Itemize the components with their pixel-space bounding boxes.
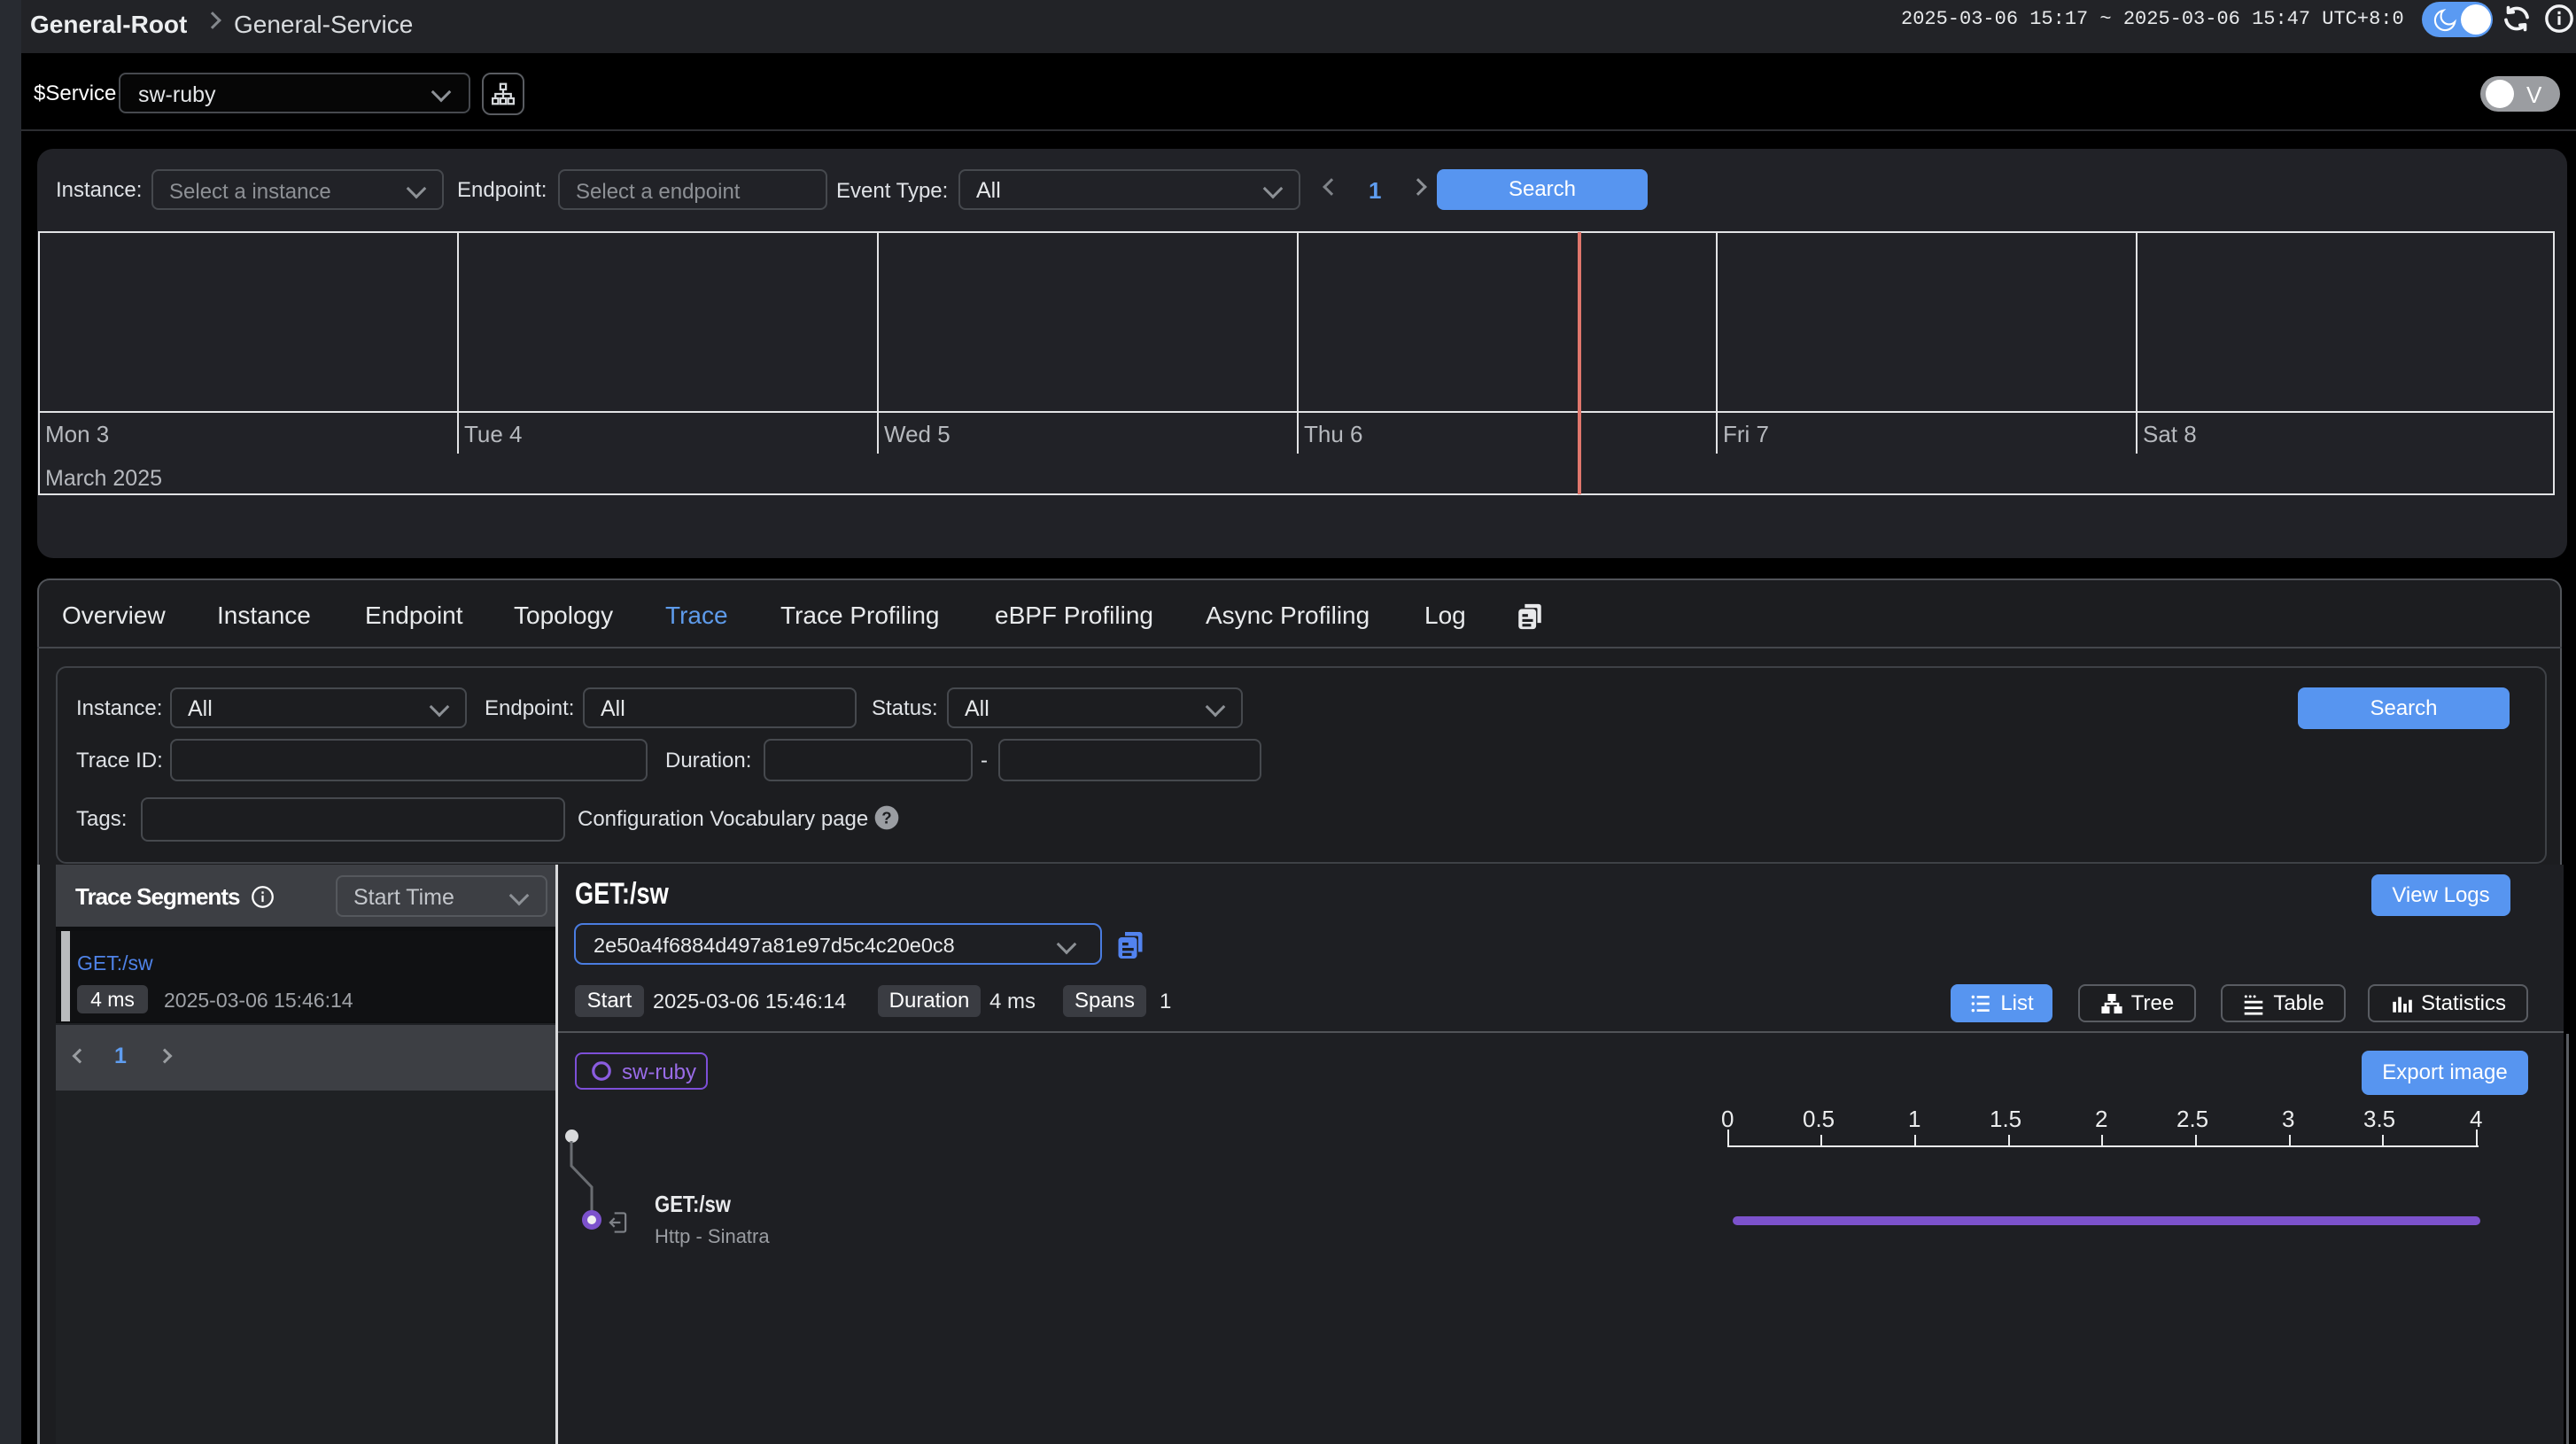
svg-text:?: ? [881, 809, 891, 827]
